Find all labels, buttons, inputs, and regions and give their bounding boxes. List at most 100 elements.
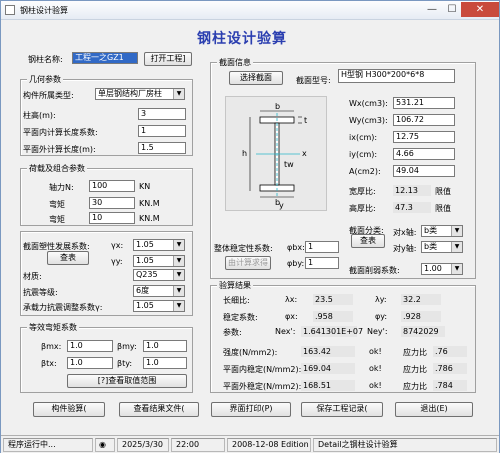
strength-ratio: .76 (433, 346, 467, 357)
x-axis-select[interactable]: b类 ▼ (421, 225, 463, 237)
status-bar: 程序运行中... ◉ 2025/3/30 22:00 2008-12-08 Ed… (1, 435, 499, 453)
in-plane-ratio: .786 (433, 363, 467, 374)
equiv-title: 等效弯矩系数 (27, 322, 79, 333)
main-window: 钢柱设计验算 — ☐ ✕ 钢柱设计验算 钢柱名称: 工程一之GZ1 打开工程] … (0, 0, 500, 453)
status-app: Detail之钢柱设计验算 (313, 438, 497, 452)
stable-label: 稳定系数: (223, 313, 258, 322)
phibx-input[interactable]: 1 (305, 241, 339, 253)
phiy-label: φy: (375, 312, 388, 321)
axial-label: 轴力N: (49, 183, 74, 192)
in-plane-input[interactable]: 1 (138, 125, 186, 137)
x-axis-label: 对x轴: (393, 228, 417, 237)
seismic-select[interactable]: 6度 ▼ (133, 285, 185, 297)
prop-input-wx[interactable]: 531.21 (393, 97, 455, 109)
close-button[interactable]: ✕ (461, 2, 499, 17)
chevron-down-icon: ▼ (173, 286, 184, 296)
out-plane-input[interactable]: 1.5 (138, 142, 186, 154)
phiby-input[interactable]: 1 (305, 257, 339, 269)
adjust-select[interactable]: 1.05 ▼ (133, 300, 185, 312)
btx-input[interactable]: 1.0 (67, 357, 113, 369)
prop-input-iy[interactable]: 4.66 (393, 148, 455, 160)
results-title: 验算结果 (217, 280, 253, 291)
bmx-label: βmx: (41, 342, 62, 351)
phibx-label: φbx: (287, 243, 305, 252)
out-plane-ratio: .784 (433, 380, 467, 391)
phiby-label: φby: (287, 259, 305, 268)
y-axis-value: b类 (424, 242, 438, 251)
material-label: 材质: (23, 272, 42, 281)
gx-label: γx: (111, 241, 124, 250)
loads-title: 荷载及组合参数 (27, 163, 87, 174)
reduce-select[interactable]: 1.00 ▼ (421, 263, 463, 275)
bty-input[interactable]: 1.0 (143, 357, 187, 369)
prop-input-a[interactable]: 49.04 (393, 165, 455, 177)
seismic-value: 6度 (136, 286, 150, 295)
select-section-button[interactable]: 选择截面 (229, 71, 283, 85)
material-value: Q235 (136, 270, 158, 279)
print-button[interactable]: 界面打印(P) (211, 402, 291, 417)
geometry-title: 几何参数 (27, 74, 63, 85)
in-plane-ratio-label: 应力比 (403, 365, 427, 374)
structure-type-label: 构件所属类型: (23, 91, 74, 100)
ly-label: λy: (375, 295, 387, 304)
nex-label: Nex': (275, 327, 296, 336)
height-ratio-value: 47.3 (393, 202, 431, 213)
window-title: 钢柱设计验算 (20, 6, 68, 15)
y-axis-label: 对y轴: (393, 244, 417, 253)
section-model-input[interactable]: H型钢 H300*200*6*8 (338, 69, 455, 83)
bmy-label: βmy: (117, 342, 137, 351)
classify-lookup-button[interactable]: 查表 (351, 234, 385, 248)
gx-select[interactable]: 1.05 ▼ (133, 239, 185, 251)
adjust-value: 1.05 (136, 301, 154, 310)
out-plane-stability-status: ok! (369, 381, 382, 390)
structure-type-select[interactable]: 单层钢结构厂房柱 ▼ (95, 88, 185, 100)
moment1-input[interactable]: 30 (89, 197, 135, 209)
plastic-lookup-button[interactable]: 查表 (47, 251, 89, 265)
out-plane-ratio-label: 应力比 (403, 382, 427, 391)
ney-value: 8742029 (401, 326, 445, 337)
prop-input-wy[interactable]: 106.72 (393, 114, 455, 126)
verify-button[interactable]: 构件验算( (33, 402, 105, 417)
status-time: 22:00 (171, 438, 225, 452)
chevron-down-icon: ▼ (173, 256, 184, 266)
nex-value: 1.641301E+07 (301, 326, 364, 337)
chevron-down-icon: ▼ (173, 89, 184, 99)
open-project-button[interactable]: 打开工程] (144, 52, 192, 66)
height-input[interactable]: 3 (138, 108, 186, 120)
section-title: 截面信息 (217, 57, 253, 68)
structure-type-value: 单层钢结构厂房柱 (98, 89, 162, 98)
bmy-input[interactable]: 1.0 (143, 340, 187, 352)
out-plane-stability-value: 168.51 (301, 380, 355, 391)
slender-label: 长细比: (223, 296, 250, 305)
status-edition: 2008-12-08 Edition (227, 438, 311, 452)
page-title: 钢柱设计验算 (197, 31, 287, 47)
moment2-label: 弯矩 (49, 215, 65, 224)
prop-label-wx: Wx(cm3): (349, 99, 388, 108)
strength-ratio-label: 应力比 (403, 348, 427, 357)
status-date: 2025/3/30 (117, 438, 169, 452)
lx-value: 23.5 (313, 294, 353, 305)
range-button[interactable]: [?]查看取值范围 (67, 374, 187, 388)
material-select[interactable]: Q235 ▼ (133, 269, 185, 281)
axial-input[interactable]: 100 (89, 180, 135, 192)
save-record-button[interactable]: 保存工程记录( (301, 402, 383, 417)
moment2-unit: KN.M (139, 214, 160, 223)
moment2-input[interactable]: 10 (89, 212, 135, 224)
phix-label: φx: (285, 312, 298, 321)
calc-button[interactable]: 由计算求得 (225, 256, 271, 270)
in-plane-stability-status: ok! (369, 364, 382, 373)
bmx-input[interactable]: 1.0 (67, 340, 113, 352)
width-ratio-value: 12.13 (393, 185, 431, 196)
view-results-button[interactable]: 查看结果文件( (119, 402, 199, 417)
diagram-label-x: x (302, 149, 307, 158)
exit-button[interactable]: 退出(E) (395, 402, 473, 417)
bty-label: βty: (117, 359, 133, 368)
prop-input-ix[interactable]: 12.75 (393, 131, 455, 143)
ly-value: 32.2 (401, 294, 441, 305)
reduce-label: 截面削弱系数: (349, 266, 400, 275)
seismic-label: 抗震等级: (23, 288, 58, 297)
column-name-input[interactable]: 工程一之GZ1 (72, 52, 138, 64)
gy-select[interactable]: 1.05 ▼ (133, 255, 185, 267)
y-axis-select[interactable]: b类 ▼ (421, 241, 463, 253)
diagram-label-h: h (242, 149, 248, 158)
